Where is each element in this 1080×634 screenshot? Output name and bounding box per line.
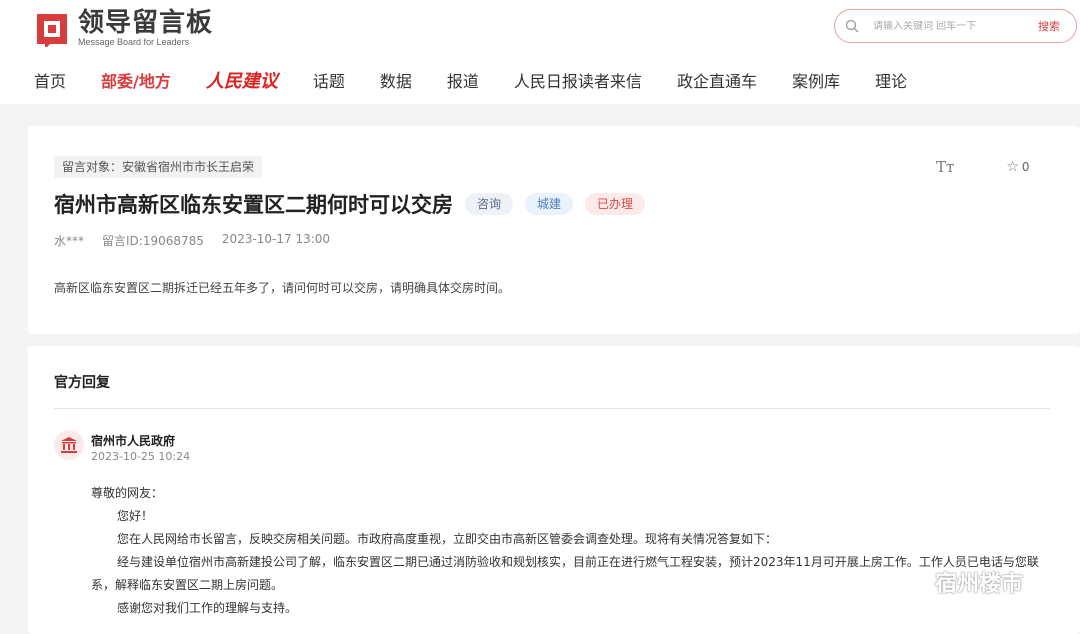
message-card: 留言对象：安徽省宿州市市长王启荣 Tт ☆ 0 宿州市高新区临东安置区二期何时可… xyxy=(28,126,1080,334)
nav-item-topics[interactable]: 话题 xyxy=(313,68,345,92)
reply-salutation: 尊敬的网友： xyxy=(91,486,164,500)
reply-paragraph: 感谢您对我们工作的理解与支持。 xyxy=(117,601,298,615)
message-title: 宿州市高新区临东安置区二期何时可以交房 xyxy=(54,193,453,217)
nav-item-home[interactable]: 首页 xyxy=(34,68,66,92)
wechat-watermark: 宿州楼市 xyxy=(895,566,1023,598)
reply-heading: 官方回复 xyxy=(54,375,110,391)
logo-subtitle: Message Board for Leaders xyxy=(78,37,190,47)
reply-paragraph: 您在人民网给市长留言，反映交房相关问题。市政府高度重视，立即交由市高新区管委会调… xyxy=(117,532,778,546)
site-logo[interactable]: 领导留言板 Message Board for Leaders xyxy=(34,9,213,48)
logo-title: 领导留言板 xyxy=(78,8,214,38)
star-icon: ☆ xyxy=(1006,159,1019,175)
main-nav: 首页 部委/地方 人民建议 话题 数据 报道 人民日报读者来信 政企直通车 案例… xyxy=(34,62,942,98)
search-box: 搜索 xyxy=(834,9,1077,43)
nav-item-theory[interactable]: 理论 xyxy=(875,68,907,92)
nav-item-people-suggestions[interactable]: 人民建议 xyxy=(206,67,278,93)
logo-icon xyxy=(34,11,70,47)
message-date: 2023-10-17 13:00 xyxy=(221,232,331,246)
search-icon xyxy=(845,19,859,33)
favorite-count: 0 xyxy=(1021,160,1030,174)
nav-item-reader-letters[interactable]: 人民日报读者来信 xyxy=(514,68,642,92)
tag-consult[interactable]: 咨询 xyxy=(465,193,514,215)
nav-item-ministries-local[interactable]: 部委/地方 xyxy=(101,68,171,92)
message-content: 高新区临东安置区二期拆迁已经五年多了，请问何时可以交房，请明确具体交房时间。 xyxy=(54,281,511,295)
author-name: 水*** xyxy=(54,234,85,248)
reply-org-name: 宿州市人民政府 xyxy=(91,434,176,448)
reply-greeting: 您好！ xyxy=(117,509,154,523)
message-id: 留言ID:19068785 xyxy=(102,234,204,248)
tag-urban[interactable]: 城建 xyxy=(525,193,574,215)
favorite-button[interactable]: ☆ 0 xyxy=(1006,159,1029,175)
wechat-icon xyxy=(896,569,928,594)
nav-item-data[interactable]: 数据 xyxy=(380,68,412,92)
reply-body: 尊敬的网友： 您好！ 您在人民网给市长留言，反映交房相关问题。市政府高度重视，立… xyxy=(91,482,1061,620)
divider xyxy=(54,408,1050,409)
title-row: 宿州市高新区临东安置区二期何时可以交房 咨询 城建 已办理 xyxy=(54,189,646,219)
site-header: 领导留言板 Message Board for Leaders 搜索 首页 部委… xyxy=(0,0,1080,104)
font-size-icon[interactable]: Tт xyxy=(936,158,954,176)
nav-item-gov-enterprise[interactable]: 政企直通车 xyxy=(677,68,757,92)
status-badge: 已办理 xyxy=(585,193,646,215)
government-building-icon xyxy=(54,430,84,460)
search-input[interactable] xyxy=(873,20,1013,32)
search-button[interactable]: 搜索 xyxy=(1038,18,1060,34)
reply-time: 2023-10-25 10:24 xyxy=(91,450,191,463)
watermark-text: 宿州楼市 xyxy=(935,572,1024,597)
message-tools: Tт ☆ 0 xyxy=(936,158,1030,176)
message-target: 留言对象：安徽省宿州市市长王启荣 xyxy=(54,156,263,178)
nav-item-reports[interactable]: 报道 xyxy=(447,68,479,92)
message-meta: 水*** 留言ID:19068785 2023-10-17 13:00 xyxy=(54,232,348,249)
nav-item-case-library[interactable]: 案例库 xyxy=(792,68,840,92)
